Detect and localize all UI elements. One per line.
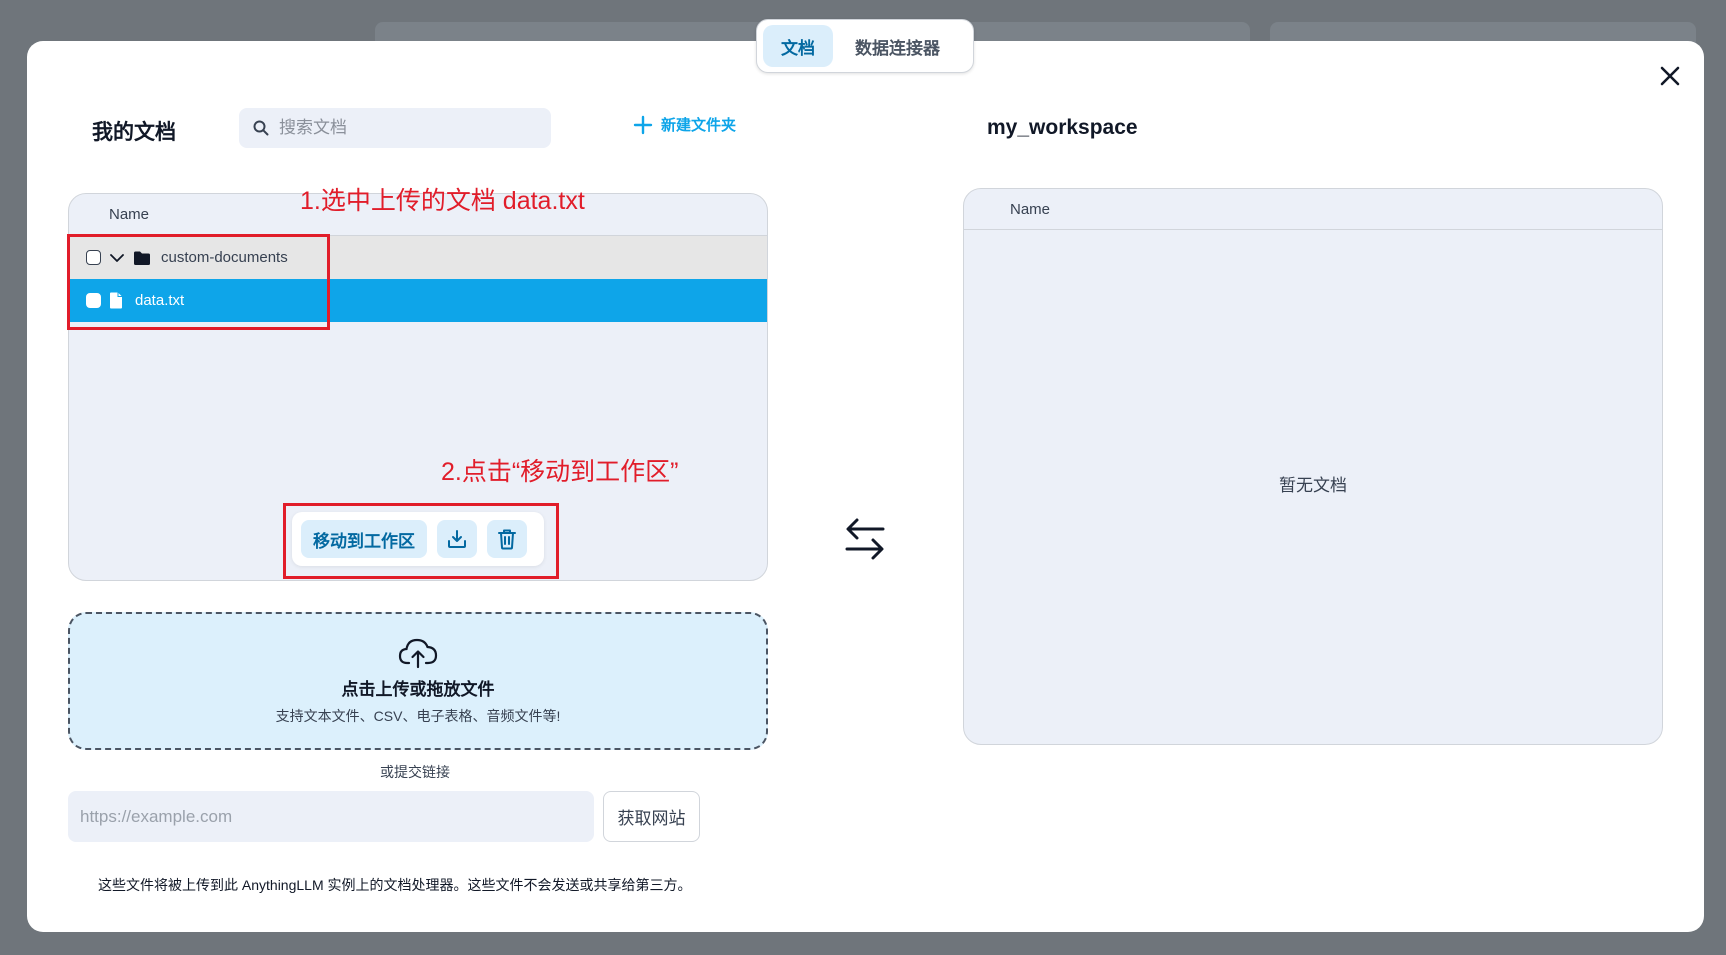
column-header-name: Name	[964, 189, 1662, 230]
search-icon	[253, 120, 269, 136]
annotation-box-step2	[283, 503, 559, 579]
upload-subtitle: 支持文本文件、CSV、电子表格、音频文件等!	[275, 707, 561, 724]
workspace-title: my_workspace	[987, 116, 1138, 139]
search-box[interactable]	[239, 108, 551, 148]
or-submit-link-label: 或提交链接	[380, 764, 450, 780]
plus-icon	[633, 115, 653, 134]
search-input[interactable]	[279, 118, 529, 138]
annotation-box-step1	[67, 234, 330, 330]
my-documents-title: 我的文档	[92, 121, 176, 144]
upload-dropzone[interactable]: 点击上传或拖放文件 支持文本文件、CSV、电子表格、音频文件等!	[68, 612, 768, 750]
new-folder-label: 新建文件夹	[661, 117, 737, 134]
privacy-footnote: 这些文件将被上传到此 AnythingLLM 实例上的文档处理器。这些文件不会发…	[98, 877, 692, 893]
upload-title: 点击上传或拖放文件	[341, 679, 495, 699]
new-folder-button[interactable]: 新建文件夹	[633, 114, 736, 135]
swap-arrows-icon	[845, 518, 885, 560]
top-tabs: 文档 数据连接器	[756, 19, 974, 73]
close-icon	[1660, 66, 1680, 86]
close-button[interactable]	[1652, 58, 1688, 94]
empty-state-text: 暂无文档	[1279, 476, 1347, 495]
fetch-website-button[interactable]: 获取网站	[603, 791, 700, 842]
annotation-step2-text: 2.点击“移动到工作区”	[441, 458, 679, 486]
cloud-upload-icon	[398, 638, 438, 668]
workspace-documents-panel: Name 暂无文档	[963, 188, 1663, 745]
annotation-step1-text: 1.选中上传的文档 data.txt	[300, 187, 585, 215]
url-input[interactable]	[68, 791, 594, 842]
tab-documents[interactable]: 文档	[763, 25, 833, 67]
tab-data-connectors[interactable]: 数据连接器	[837, 25, 958, 67]
